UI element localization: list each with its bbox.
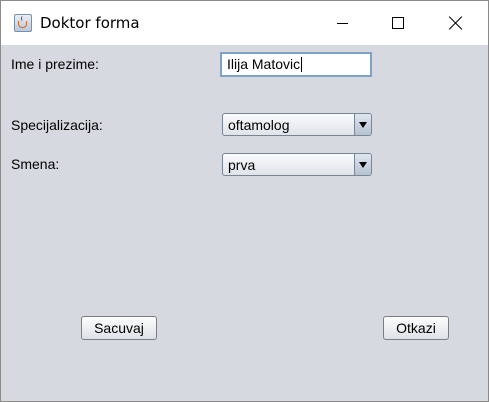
- window-title: Doktor forma: [40, 14, 140, 32]
- doktor-forma-window: Doktor forma Ime i prezime: Ilija Matovi…: [0, 0, 489, 402]
- chevron-down-icon: [359, 122, 367, 128]
- form-panel: Ime i prezime: Ilija Matovic Specijaliza…: [1, 45, 488, 401]
- specialization-label: Specijalizacija:: [11, 117, 103, 133]
- chevron-down-icon: [359, 162, 367, 168]
- shift-selected-value: prva: [228, 157, 256, 173]
- specialization-selected-value: oftamolog: [228, 117, 290, 133]
- shift-combobox[interactable]: prva: [222, 153, 372, 176]
- shift-dropdown-button[interactable]: [354, 154, 371, 175]
- name-field[interactable]: Ilija Matovic: [220, 52, 372, 77]
- java-cup-icon: [14, 14, 32, 32]
- name-label: Ime i prezime:: [11, 56, 99, 72]
- title-bar[interactable]: Doktor forma: [1, 1, 488, 45]
- specialization-combobox[interactable]: oftamolog: [222, 113, 372, 136]
- close-button[interactable]: [433, 1, 479, 45]
- specialization-dropdown-button[interactable]: [354, 114, 371, 135]
- name-field-value: Ilija Matovic: [227, 56, 301, 72]
- text-caret: [301, 57, 303, 72]
- cancel-button[interactable]: Otkazi: [383, 316, 449, 340]
- minimize-button[interactable]: [320, 1, 366, 45]
- maximize-icon: [392, 17, 404, 29]
- shift-label: Smena:: [11, 156, 60, 172]
- maximize-button[interactable]: [374, 1, 420, 45]
- minimize-icon: [337, 23, 348, 24]
- close-icon: [449, 16, 463, 30]
- save-button[interactable]: Sacuvaj: [81, 316, 157, 340]
